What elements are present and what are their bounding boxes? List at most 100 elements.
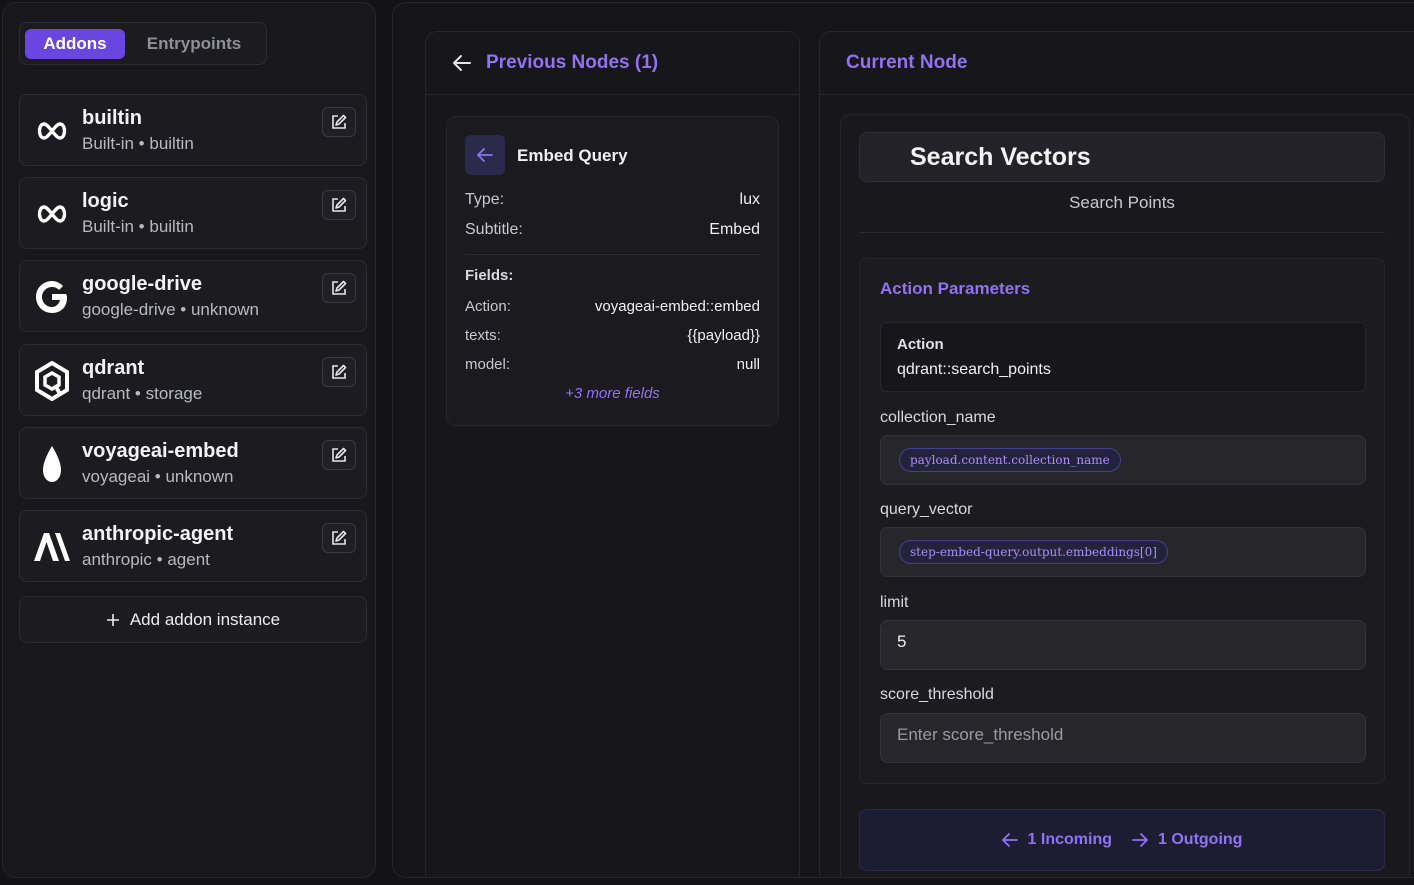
addon-card-google-drive[interactable]: google-drive google-drive • unknown bbox=[19, 260, 367, 332]
arrow-left-icon bbox=[453, 55, 471, 71]
edit-icon bbox=[332, 364, 347, 379]
addon-card-builtin[interactable]: builtin Built-in • builtin bbox=[19, 94, 367, 166]
voyageai-drop-icon bbox=[32, 442, 72, 486]
addons-sidebar: Addons Entrypoints builtin Built-in • bu… bbox=[2, 2, 376, 878]
outgoing-connections-button[interactable]: 1 Outgoing bbox=[1132, 831, 1242, 849]
addon-name: anthropic-agent bbox=[82, 523, 234, 545]
addon-card-logic[interactable]: logic Built-in • builtin bbox=[19, 177, 367, 249]
infinity-icon bbox=[32, 192, 72, 236]
connections-bar: 1 Incoming 1 Outgoing bbox=[859, 809, 1385, 871]
addon-subtitle: voyageai • unknown bbox=[82, 467, 234, 486]
addon-subtitle: google-drive • unknown bbox=[82, 300, 260, 319]
expression-pill[interactable]: step-embed-query.output.embeddings[0] bbox=[899, 540, 1168, 564]
edit-button[interactable] bbox=[322, 107, 356, 137]
expression-pill[interactable]: payload.content.collection_name bbox=[899, 448, 1121, 472]
edit-button[interactable] bbox=[322, 440, 356, 470]
plus-icon bbox=[106, 613, 119, 626]
tab-entrypoints[interactable]: Entrypoints bbox=[132, 29, 256, 59]
collection-name-label: collection_name bbox=[880, 409, 996, 426]
addon-name: qdrant bbox=[82, 357, 145, 379]
limit-input[interactable]: 5 bbox=[880, 620, 1366, 670]
score-threshold-label: score_threshold bbox=[880, 686, 994, 703]
action-parameters-card: Action Parameters Action qdrant::search_… bbox=[859, 258, 1385, 784]
incoming-connections-button[interactable]: 1 Incoming bbox=[1001, 831, 1112, 849]
previous-nodes-column: Previous Nodes (1) Embed Query Type: lux… bbox=[425, 31, 800, 877]
field-value: voyageai-embed::embed bbox=[594, 298, 760, 315]
node-title-box: Search Vectors bbox=[859, 132, 1385, 182]
addon-name: builtin bbox=[82, 107, 142, 129]
arrow-right-icon bbox=[1132, 833, 1148, 847]
addon-name: logic bbox=[82, 190, 129, 212]
edit-button[interactable] bbox=[322, 273, 356, 303]
addon-card-anthropic-agent[interactable]: anthropic-agent anthropic • agent bbox=[19, 510, 367, 582]
divider bbox=[859, 232, 1385, 233]
addon-name: google-drive bbox=[82, 273, 203, 295]
type-key: Type: bbox=[465, 191, 505, 208]
previous-nodes-header: Previous Nodes (1) bbox=[426, 32, 799, 95]
anthropic-logo-icon bbox=[32, 525, 72, 569]
action-box: Action qdrant::search_points bbox=[880, 322, 1366, 392]
field-key: texts: bbox=[465, 327, 501, 344]
action-parameters-title: Action Parameters bbox=[880, 279, 1031, 298]
subtitle-value: Embed bbox=[709, 221, 760, 238]
query-vector-label: query_vector bbox=[880, 501, 973, 518]
addon-card-voyageai-embed[interactable]: voyageai-embed voyageai • unknown bbox=[19, 427, 367, 499]
query-vector-field[interactable]: step-embed-query.output.embeddings[0] bbox=[880, 527, 1366, 577]
current-node-title: Current Node bbox=[846, 52, 968, 73]
subtitle-row: Subtitle: Embed bbox=[465, 221, 760, 239]
edit-icon bbox=[332, 114, 347, 129]
addon-subtitle: qdrant • storage bbox=[82, 384, 203, 403]
qdrant-hexagon-icon bbox=[32, 359, 72, 403]
fields-label: Fields: bbox=[465, 267, 514, 284]
edit-button[interactable] bbox=[322, 523, 356, 553]
more-fields-link[interactable]: +3 more fields bbox=[447, 385, 778, 402]
action-label: Action bbox=[897, 336, 944, 353]
arrow-left-icon bbox=[1001, 833, 1018, 847]
add-addon-button[interactable]: Add addon instance bbox=[19, 596, 367, 643]
node-inspector: Previous Nodes (1) Embed Query Type: lux… bbox=[392, 2, 1414, 878]
edit-icon bbox=[332, 197, 347, 212]
add-addon-label: Add addon instance bbox=[129, 609, 281, 629]
collection-name-field[interactable]: payload.content.collection_name bbox=[880, 435, 1366, 485]
previous-node-title: Embed Query bbox=[517, 146, 628, 165]
limit-value: 5 bbox=[897, 632, 907, 651]
arrow-left-icon bbox=[477, 148, 493, 162]
field-key: Action: bbox=[465, 298, 511, 315]
field-value: {{payload}} bbox=[687, 327, 760, 344]
outgoing-label: 1 Outgoing bbox=[1158, 831, 1243, 848]
action-value: qdrant::search_points bbox=[897, 361, 1051, 378]
google-g-icon bbox=[32, 275, 72, 319]
field-row: texts: {{payload}} bbox=[465, 327, 760, 344]
current-node-header: Current Node bbox=[820, 32, 1414, 95]
edit-icon bbox=[332, 280, 347, 295]
addon-card-qdrant[interactable]: qdrant qdrant • storage bbox=[19, 344, 367, 416]
type-value: lux bbox=[739, 191, 760, 208]
field-row: Action: voyageai-embed::embed bbox=[465, 298, 760, 315]
addon-subtitle: Built-in • builtin bbox=[82, 134, 194, 153]
edit-button[interactable] bbox=[322, 357, 356, 387]
current-node-panel: Search Vectors Search Points Action Para… bbox=[840, 114, 1410, 877]
edit-icon bbox=[332, 447, 347, 462]
node-title: Search Vectors bbox=[910, 143, 1091, 171]
sidebar-tabs: Addons Entrypoints bbox=[19, 22, 267, 65]
addon-name: voyageai-embed bbox=[82, 440, 239, 462]
addon-subtitle: Built-in • builtin bbox=[82, 217, 194, 236]
subtitle-key: Subtitle: bbox=[465, 221, 523, 238]
node-icon bbox=[465, 135, 505, 175]
current-node-column: Current Node Search Vectors Search Point… bbox=[819, 31, 1414, 877]
previous-node-card[interactable]: Embed Query Type: lux Subtitle: Embed Fi… bbox=[446, 116, 779, 426]
addon-subtitle: anthropic • agent bbox=[82, 550, 210, 569]
type-row: Type: lux bbox=[465, 191, 760, 209]
field-key: model: bbox=[465, 356, 511, 373]
field-value: null bbox=[736, 356, 760, 373]
tab-addons[interactable]: Addons bbox=[25, 29, 125, 59]
score-threshold-placeholder: Enter score_threshold bbox=[897, 725, 1064, 744]
previous-nodes-title[interactable]: Previous Nodes (1) bbox=[486, 52, 658, 74]
edit-icon bbox=[332, 530, 347, 545]
divider bbox=[465, 254, 760, 255]
score-threshold-input[interactable]: Enter score_threshold bbox=[880, 713, 1366, 763]
infinity-icon bbox=[32, 109, 72, 153]
edit-button[interactable] bbox=[322, 190, 356, 220]
limit-label: limit bbox=[880, 594, 909, 611]
incoming-label: 1 Incoming bbox=[1027, 831, 1112, 848]
